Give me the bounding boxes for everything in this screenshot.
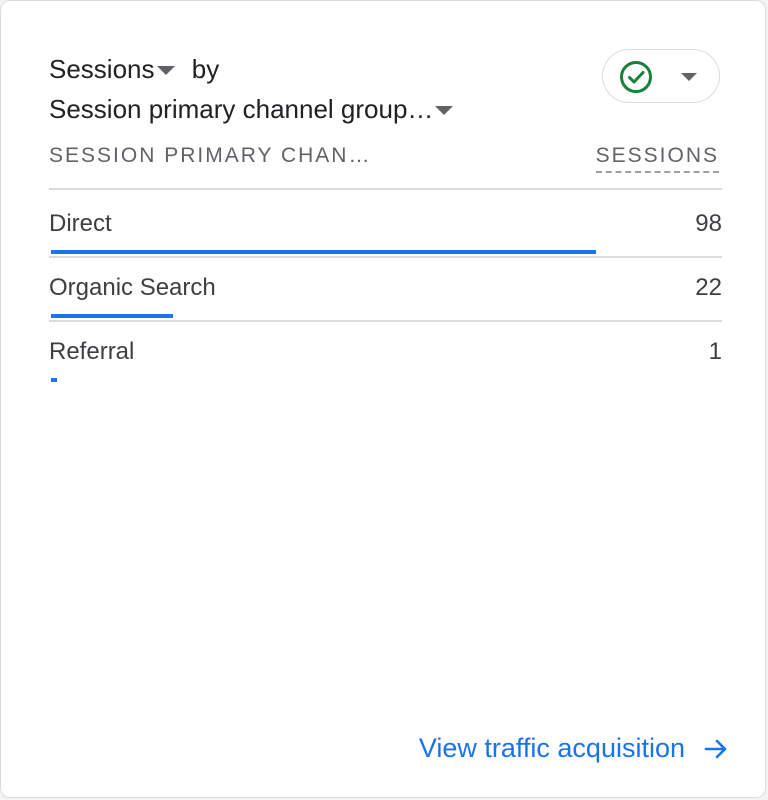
- row-bar: [51, 378, 57, 382]
- row-bar: [51, 250, 596, 254]
- dimension-dropdown[interactable]: Session primary channel group…: [49, 93, 454, 125]
- table-row[interactable]: Direct 98: [49, 191, 722, 258]
- row-value: 1: [708, 338, 722, 365]
- sessions-by-channel-card: Sessions by Session primary channel grou…: [0, 0, 766, 798]
- column-header-sessions[interactable]: SESSIONS: [595, 143, 719, 173]
- metric-label: Sessions: [49, 54, 155, 84]
- row-value: 22: [695, 274, 722, 301]
- row-label: Organic Search: [49, 274, 216, 301]
- check-circle-icon: [620, 61, 652, 93]
- status-caret-down-icon: [681, 73, 697, 81]
- column-header-channel[interactable]: SESSION PRIMARY CHAN…: [49, 143, 371, 169]
- footer-link-label: View traffic acquisition: [418, 733, 685, 763]
- dimension-label: Session primary channel group…: [49, 94, 434, 124]
- table-row[interactable]: Organic Search 22: [49, 255, 722, 322]
- table-row[interactable]: Referral 1: [49, 319, 722, 383]
- view-traffic-acquisition-link[interactable]: View traffic acquisition: [419, 733, 729, 764]
- row-label: Direct: [49, 210, 112, 237]
- metric-dropdown[interactable]: Sessions: [49, 53, 175, 85]
- row-label: Referral: [49, 338, 135, 365]
- dimension-caret-down-icon: [435, 105, 454, 115]
- arrow-right-icon: [704, 739, 727, 758]
- metric-caret-down-icon: [156, 65, 175, 75]
- card-title-dimension-line: Session primary channel group…: [49, 93, 454, 125]
- card-title-metric-line: Sessions by: [49, 53, 219, 85]
- data-quality-status-dropdown[interactable]: [602, 49, 720, 103]
- row-value: 98: [695, 210, 722, 237]
- row-bar: [51, 314, 173, 318]
- header-divider: [49, 188, 722, 190]
- by-label: by: [191, 54, 220, 84]
